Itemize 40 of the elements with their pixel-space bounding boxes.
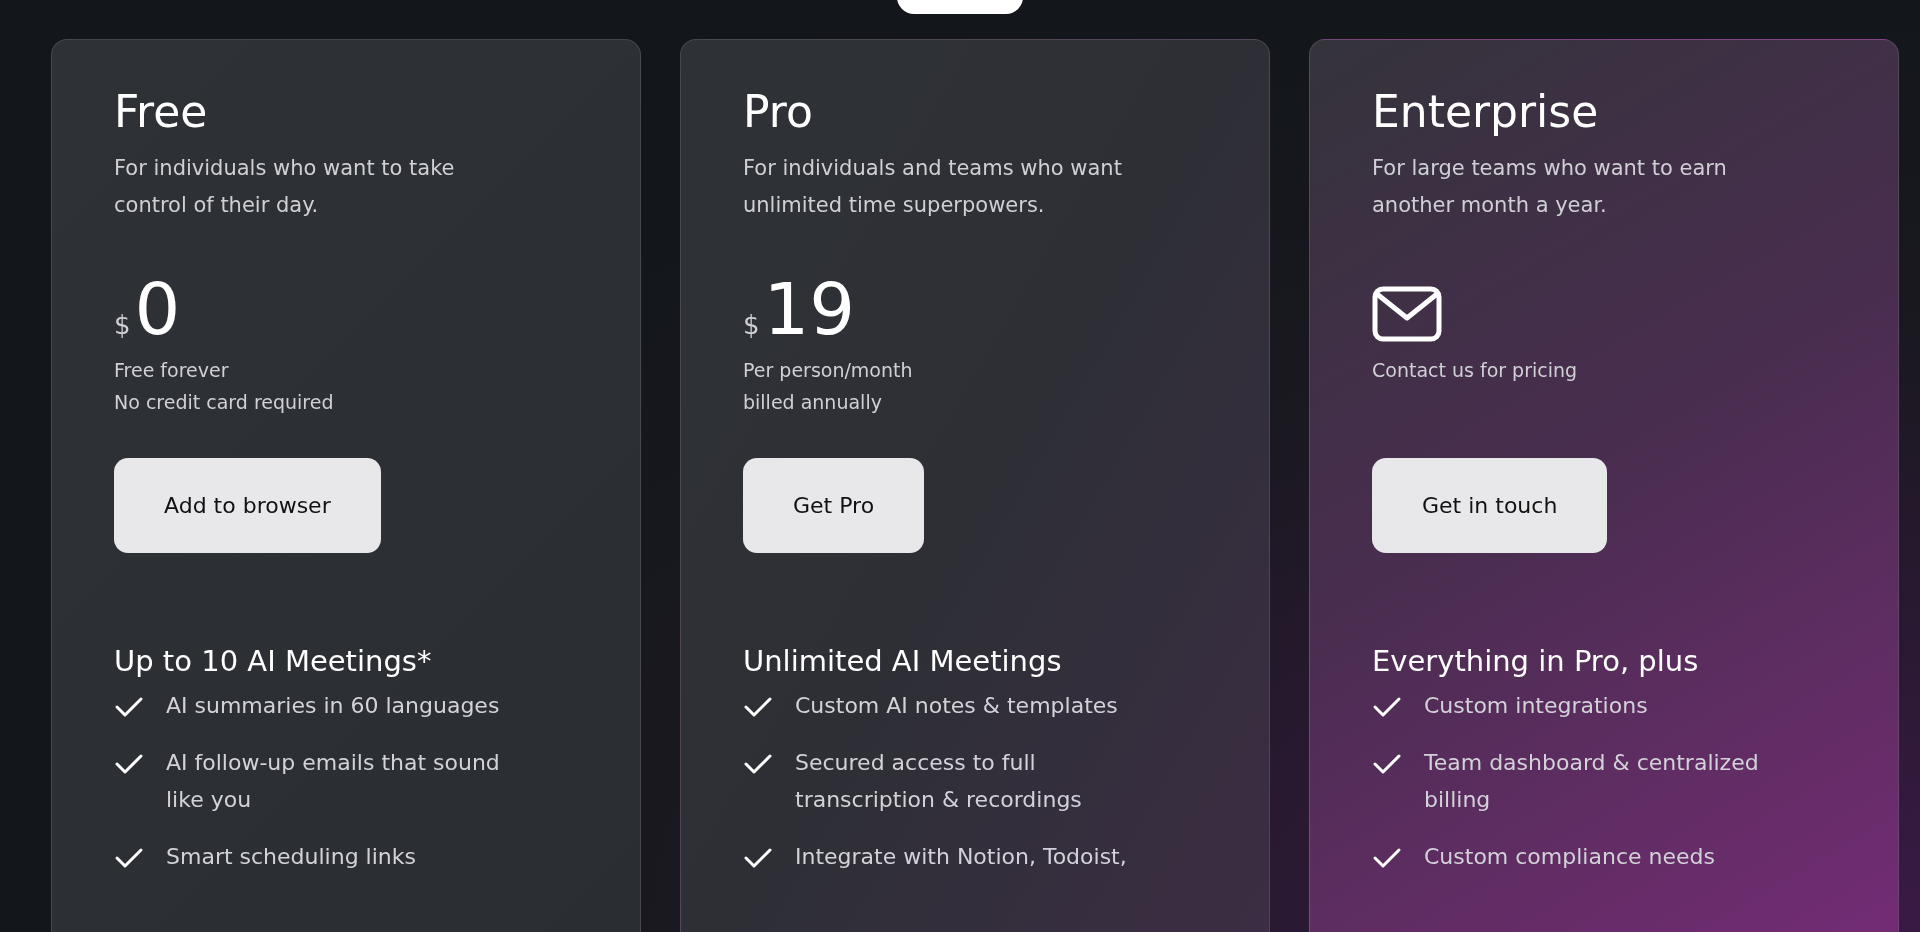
plan-description: For large teams who want to earn another month a year. [1372, 155, 1728, 219]
feature-text: Smart scheduling links [166, 843, 416, 871]
plan-name: Pro [743, 85, 814, 139]
feature-text: Integrate with Notion, Todoist, [795, 843, 1127, 871]
check-icon [1372, 752, 1402, 776]
features-heading: Up to 10 AI Meetings* [114, 643, 433, 680]
feature-text: Secured access to full transcription & recordings [795, 749, 1082, 814]
plan-description: For individuals who want to take control of their day. [114, 155, 456, 219]
feature-text: Team dashboard & centralized billing [1424, 749, 1759, 814]
check-icon [114, 695, 144, 719]
price-amount: 19 [763, 268, 856, 350]
price-amount: 0 [134, 268, 181, 350]
check-icon [1372, 846, 1402, 870]
features-heading: Unlimited AI Meetings [743, 643, 1063, 680]
currency-sign: $ [114, 310, 131, 340]
check-icon [743, 846, 773, 870]
plan-description: For individuals and teams who want unlimited time superpowers. [743, 155, 1123, 219]
price-note: Per person/month [743, 358, 914, 383]
check-icon [114, 752, 144, 776]
currency-sign: $ [743, 310, 760, 340]
feature-text: Custom integrations [1424, 692, 1648, 720]
envelope-icon [1372, 286, 1442, 342]
check-icon [114, 846, 144, 870]
price-note: Free forever [114, 358, 230, 383]
plan-name: Free [114, 85, 209, 139]
feature-text: AI follow-up emails that sound like you [166, 749, 500, 814]
features-heading: Everything in Pro, plus [1372, 643, 1700, 680]
plan-button[interactable]: Get in touch [1372, 458, 1608, 553]
check-icon [743, 752, 773, 776]
feature-text: AI summaries in 60 languages [166, 692, 500, 720]
price-note: Contact us for pricing [1372, 358, 1579, 383]
price-note: billed annually [743, 390, 883, 415]
feature-text: Custom AI notes & templates [795, 692, 1118, 720]
feature-text: Custom compliance needs [1424, 843, 1715, 871]
plan-name: Enterprise [1372, 85, 1600, 139]
check-icon [743, 695, 773, 719]
plan-button[interactable]: Add to browser [114, 458, 381, 553]
check-icon [1372, 695, 1402, 719]
plan-button[interactable]: Get Pro [743, 458, 925, 553]
price-note: No credit card required [114, 390, 335, 415]
